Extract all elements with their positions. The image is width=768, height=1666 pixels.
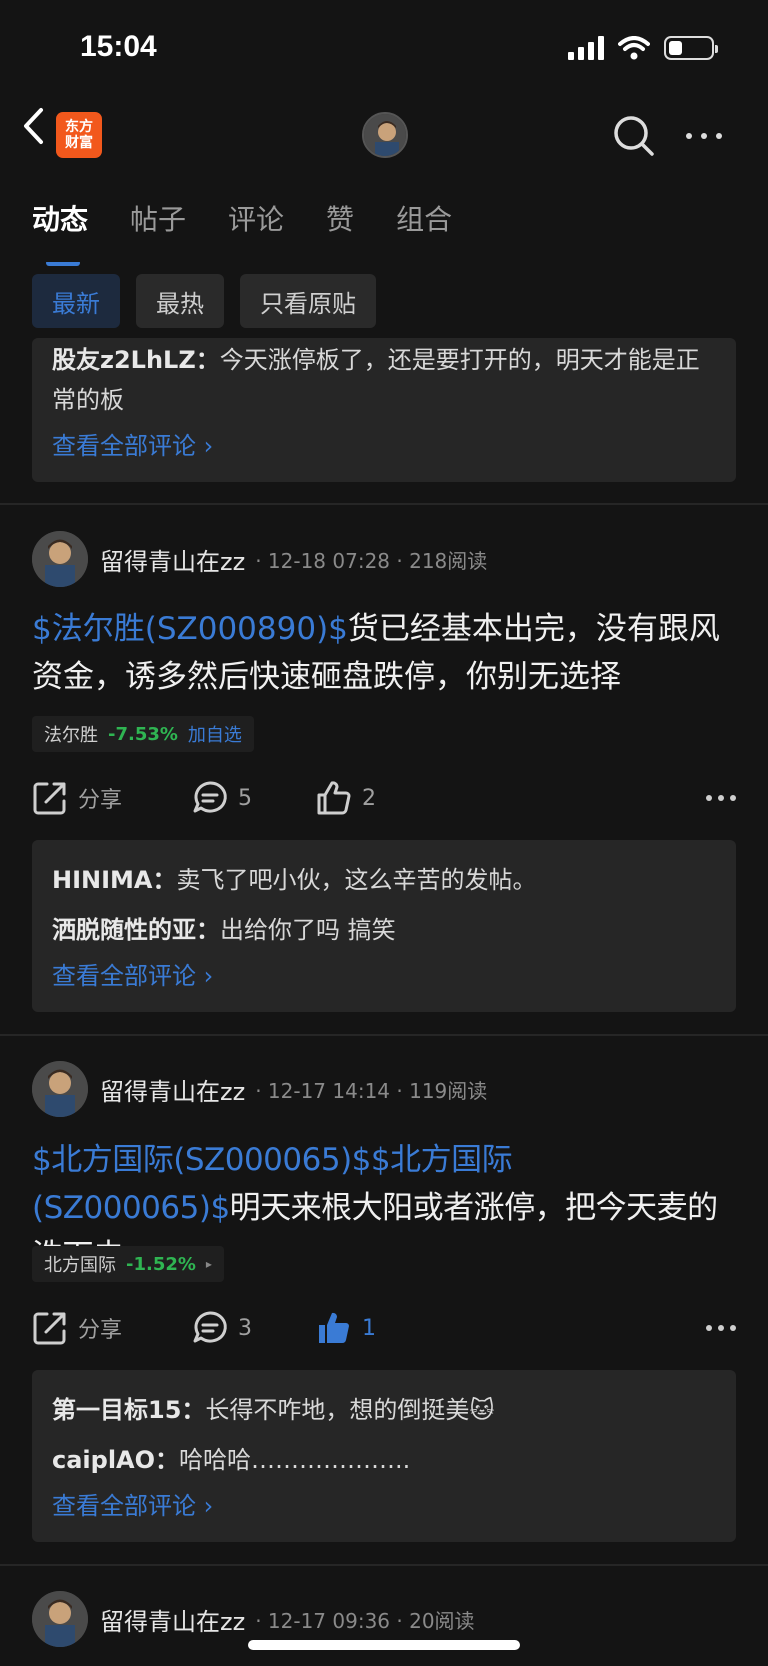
post-header: 留得青山在zz · 12-17 14:14 · 119阅读	[32, 1060, 487, 1118]
comment-author[interactable]: caiplAO：	[52, 1446, 179, 1474]
filter-hottest[interactable]: 最热	[136, 274, 224, 328]
share-button[interactable]: 分享	[32, 780, 122, 816]
share-icon	[33, 1312, 66, 1345]
view-all-comments-link[interactable]: 查看全部评论 ›	[52, 1484, 716, 1528]
more-button[interactable]	[682, 118, 726, 154]
comment-box: 第一目标15：长得不咋地，想的倒挺美🐱 caiplAO：哈哈哈……………….. …	[32, 1370, 736, 1542]
comment-text: 卖飞了吧小伙，这么辛苦的发帖。	[176, 866, 537, 894]
avatar[interactable]	[32, 1591, 88, 1647]
post-header: 留得青山在zz · 12-18 07:28 · 218阅读	[32, 530, 487, 588]
status-icons	[568, 36, 718, 60]
comment-count: 5	[238, 785, 252, 811]
comment-author[interactable]: 第一目标15：	[52, 1396, 205, 1424]
comment: HINIMA：卖飞了吧小伙，这么辛苦的发帖。	[52, 854, 716, 906]
comment-text: 长得不咋地，想的倒挺美🐱	[205, 1396, 495, 1424]
tab-portfolios[interactable]: 组合	[396, 198, 452, 238]
tab-comments[interactable]: 评论	[228, 198, 284, 238]
like-button[interactable]: 2	[316, 780, 376, 816]
signal-icon	[568, 36, 604, 60]
thumbs-up-filled-icon	[319, 1312, 349, 1344]
home-indicator[interactable]	[248, 1640, 520, 1650]
wifi-icon	[618, 36, 650, 60]
avatar-icon	[32, 1061, 88, 1117]
share-label: 分享	[78, 788, 123, 813]
comment-button[interactable]: 5	[192, 780, 252, 816]
chevron-left-icon	[24, 108, 43, 144]
comment-icon	[193, 1311, 227, 1343]
stock-link[interactable]: $法尔胜(SZ000890)$	[32, 611, 348, 647]
avatar[interactable]	[32, 1061, 88, 1117]
post-actions: 分享 3 1	[32, 1306, 736, 1350]
stock-tag[interactable]: 北方国际 -1.52% ▸	[32, 1246, 224, 1282]
stock-change: -7.53%	[108, 723, 178, 745]
post-meta: · 12-17 09:36 · 20阅读	[255, 1608, 475, 1633]
filter-latest[interactable]: 最新	[32, 274, 120, 328]
back-button[interactable]	[18, 104, 48, 148]
avatar-icon	[364, 114, 406, 156]
filter-original-only[interactable]: 只看原贴	[240, 274, 376, 328]
stock-tag[interactable]: 法尔胜 -7.53% 加自选	[32, 716, 254, 752]
nav-avatar[interactable]	[362, 112, 408, 158]
tab-activity[interactable]: 动态	[32, 198, 88, 266]
battery-icon	[664, 36, 718, 60]
avatar-icon	[32, 1591, 88, 1647]
comment-button[interactable]: 3	[192, 1310, 252, 1346]
divider	[0, 1564, 768, 1566]
search-icon	[614, 116, 654, 156]
tab-likes[interactable]: 赞	[326, 198, 354, 238]
view-all-comments-link[interactable]: 查看全部评论 ›	[52, 954, 716, 998]
share-button[interactable]: 分享	[32, 1310, 122, 1346]
share-icon	[33, 782, 66, 815]
comment-box: 股友z2LhLZ：今天涨停板了，还是要打开的，明天才能是正常的板 查看全部评论 …	[32, 338, 736, 482]
divider	[0, 503, 768, 505]
expand-arrow-icon: ▸	[205, 1257, 212, 1271]
more-options-button[interactable]	[706, 795, 736, 801]
more-options-button[interactable]	[706, 1325, 736, 1331]
share-label: 分享	[78, 1318, 123, 1343]
comment-author[interactable]: HINIMA：	[52, 866, 177, 894]
comment: 洒脱随性的亚：出给你了吗 搞笑	[52, 906, 716, 954]
filter-bar: 最新 最热 只看原贴	[32, 274, 376, 328]
search-button[interactable]	[612, 114, 656, 158]
comment-icon	[193, 781, 227, 813]
stock-change: -1.52%	[126, 1253, 196, 1275]
comment-count: 3	[238, 1315, 252, 1341]
active-tab-indicator	[46, 260, 80, 266]
username[interactable]: 留得青山在zz	[100, 542, 245, 577]
stock-name: 北方国际	[44, 1255, 116, 1276]
add-to-watchlist-button[interactable]: 加自选	[188, 721, 242, 747]
stock-name: 法尔胜	[44, 725, 98, 746]
comment-box: HINIMA：卖飞了吧小伙，这么辛苦的发帖。 洒脱随性的亚：出给你了吗 搞笑 查…	[32, 840, 736, 1012]
status-bar: 15:04	[0, 0, 768, 100]
like-button[interactable]: 1	[316, 1310, 376, 1346]
like-count: 1	[362, 1315, 376, 1341]
comment-text: 出给你了吗 搞笑	[220, 916, 396, 944]
avatar-icon	[32, 531, 88, 587]
avatar[interactable]	[32, 531, 88, 587]
comment: 股友z2LhLZ：今天涨停板了，还是要打开的，明天才能是正常的板	[52, 340, 716, 420]
divider	[0, 1034, 768, 1036]
comment-author[interactable]: 股友z2LhLZ：	[52, 346, 220, 374]
post-text: $法尔胜(SZ000890)$货已经基本出完，没有跟风资金，诱多然后快速砸盘跌停…	[32, 605, 732, 701]
tab-posts[interactable]: 帖子	[130, 198, 186, 238]
username[interactable]: 留得青山在zz	[100, 1072, 245, 1107]
status-time: 15:04	[80, 30, 157, 63]
thumbs-up-icon	[317, 781, 351, 815]
comment-text: 哈哈哈………………..	[179, 1446, 411, 1474]
app-logo[interactable]: 东方 财富	[56, 112, 102, 158]
post-meta: · 12-18 07:28 · 218阅读	[255, 548, 488, 573]
comment: 第一目标15：长得不咋地，想的倒挺美🐱	[52, 1384, 716, 1436]
profile-tabs: 动态 帖子 评论 赞 组合	[32, 198, 452, 266]
like-count: 2	[362, 785, 376, 811]
view-all-comments-link[interactable]: 查看全部评论 ›	[52, 424, 716, 468]
post-actions: 分享 5 2	[32, 776, 736, 820]
comment-author[interactable]: 洒脱随性的亚：	[52, 916, 220, 944]
username[interactable]: 留得青山在zz	[100, 1602, 245, 1637]
post-meta: · 12-17 14:14 · 119阅读	[255, 1078, 488, 1103]
comment: caiplAO：哈哈哈………………..	[52, 1436, 716, 1484]
